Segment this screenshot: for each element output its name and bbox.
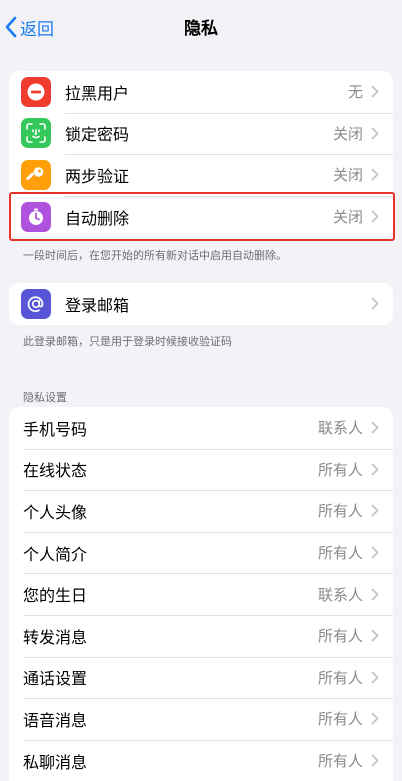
- row-value: 关闭: [332, 208, 363, 227]
- row-label: 锁定密码: [65, 125, 130, 145]
- privacy-row[interactable]: 语音消息 所有人: [9, 698, 393, 740]
- row-value: 关闭: [332, 124, 363, 143]
- chevron-right-icon: [371, 546, 379, 559]
- row-label: 您的生日: [23, 586, 88, 606]
- auto-delete-note: 一段时间后，在您开始的所有新对话中启用自动删除。: [23, 249, 287, 262]
- row-login-email[interactable]: 登录邮箱: [9, 283, 393, 325]
- chevron-right-icon: [371, 297, 379, 310]
- nav-bar: 返回 隐私: [0, 0, 402, 52]
- chevron-right-icon: [371, 421, 379, 434]
- chevron-right-icon: [371, 671, 379, 684]
- privacy-row[interactable]: 在线状态 所有人: [9, 448, 393, 491]
- privacy-row[interactable]: 通话设置 所有人: [9, 656, 393, 699]
- row-label: 语音消息: [23, 710, 88, 730]
- privacy-row[interactable]: 转发消息 所有人: [9, 614, 393, 657]
- row-label: 拉黑用户: [65, 83, 130, 103]
- section-header-privacy: 隐私设置: [23, 391, 67, 404]
- chevron-right-icon: [371, 588, 379, 601]
- row-label: 转发消息: [23, 627, 88, 647]
- block-user-icon: [21, 76, 51, 107]
- chevron-right-icon: [371, 169, 379, 181]
- row-value: 所有人: [317, 544, 363, 563]
- row-value: 所有人: [317, 627, 363, 646]
- face-id-icon: [21, 118, 51, 149]
- row-value: 所有人: [317, 502, 363, 521]
- at-sign-icon: [21, 288, 51, 319]
- privacy-row[interactable]: 个人简介 所有人: [9, 531, 393, 574]
- privacy-row[interactable]: 私聊消息 所有人: [9, 739, 393, 781]
- chevron-right-icon: [371, 629, 379, 642]
- timer-icon: [21, 201, 51, 232]
- chevron-right-icon: [371, 754, 379, 767]
- login-email-group: 登录邮箱: [9, 283, 393, 325]
- chevron-right-icon: [371, 463, 379, 476]
- row-label: 个人简介: [23, 544, 88, 564]
- row-value: 所有人: [317, 752, 363, 771]
- row-value: 所有人: [317, 710, 363, 729]
- chevron-right-icon: [371, 85, 379, 98]
- row-label: 在线状态: [23, 461, 88, 481]
- row-value: 所有人: [317, 668, 363, 687]
- row-auto-delete[interactable]: 自动删除 关闭: [9, 195, 393, 238]
- row-value: 联系人: [317, 585, 363, 604]
- row-passcode-lock[interactable]: 锁定密码 关闭: [9, 112, 393, 155]
- row-label: 私聊消息: [23, 752, 88, 772]
- login-email-note: 此登录邮箱，只是用于登录时候接收验证码: [23, 335, 232, 348]
- page-title: 隐私: [184, 19, 218, 39]
- row-label: 两步验证: [65, 166, 130, 186]
- row-label: 个人头像: [23, 502, 88, 522]
- privacy-row[interactable]: 个人头像 所有人: [9, 490, 393, 532]
- row-two-step[interactable]: 两步验证 关闭: [9, 154, 393, 196]
- privacy-row[interactable]: 手机号码 联系人: [9, 407, 393, 449]
- chevron-right-icon: [371, 505, 379, 517]
- row-label: 自动删除: [65, 208, 130, 228]
- row-blocked-users[interactable]: 拉黑用户 无: [9, 71, 393, 113]
- privacy-settings-group: 手机号码 联系人 在线状态 所有人 个人头像 所有人 个人简介 所有人 您的生日 联系人 转发消息所…: [9, 407, 393, 781]
- key-icon: [21, 159, 51, 190]
- row-label: 手机号码: [23, 419, 88, 439]
- row-value: 联系人: [317, 419, 363, 438]
- row-label: 通话设置: [23, 669, 88, 689]
- row-value: 所有人: [317, 460, 363, 479]
- chevron-right-icon: [371, 210, 379, 223]
- chevron-right-icon: [371, 127, 379, 140]
- row-label: 登录邮箱: [65, 295, 130, 315]
- row-value: 关闭: [332, 166, 363, 185]
- privacy-row[interactable]: 您的生日 联系人: [9, 573, 393, 615]
- row-value: 无: [347, 83, 363, 102]
- chevron-right-icon: [371, 713, 379, 725]
- security-group: 拉黑用户 无 锁定密码 关闭 两步验证 关闭 自动删除 关闭: [9, 71, 393, 238]
